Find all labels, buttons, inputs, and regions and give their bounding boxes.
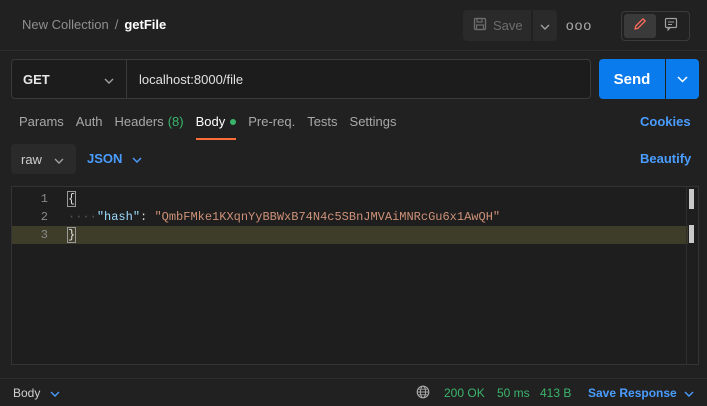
editor-scrollbar[interactable] [686, 187, 698, 364]
chevron-down-icon [50, 386, 60, 400]
close-brace: } [66, 227, 77, 243]
editor-line: 2 ····"hash": "QmbFMke1KXqnYyBBWxB74N4c5… [12, 208, 688, 226]
language-label: JSON [87, 151, 123, 166]
tab-headers[interactable]: Headers (8) [115, 114, 184, 138]
pencil-icon [633, 17, 647, 36]
request-title[interactable]: getFile [124, 17, 166, 32]
language-select[interactable]: JSON [87, 151, 142, 166]
cookies-link[interactable]: Cookies [640, 114, 691, 129]
url-bar: GET [11, 59, 591, 99]
response-size[interactable]: 413 B [540, 386, 571, 400]
line-number: 2 [40, 210, 48, 224]
response-body-toggle[interactable]: Body [13, 386, 60, 400]
send-button[interactable]: Send [599, 59, 665, 99]
status-code[interactable]: 200 OK [444, 386, 485, 400]
beautify-link[interactable]: Beautify [640, 151, 691, 166]
chevron-down-icon [54, 152, 64, 167]
edit-mode-button[interactable] [624, 14, 656, 38]
body-mode-label: raw [21, 151, 42, 167]
scrollbar-marker [689, 189, 694, 209]
tab-label: Pre-req. [248, 114, 296, 129]
scrollbar-marker [689, 225, 694, 243]
open-brace: { [66, 191, 77, 207]
body-mode-select[interactable]: raw [11, 144, 76, 174]
save-group: Save [463, 10, 557, 41]
breadcrumb-separator: / [114, 17, 119, 32]
line-number: 3 [40, 228, 48, 242]
tab-label: Headers [114, 114, 164, 129]
editor-line: 1 { [12, 190, 688, 208]
chevron-down-icon [684, 386, 694, 400]
tab-label: Settings [349, 114, 397, 129]
header-divider [0, 50, 707, 51]
url-input[interactable] [127, 60, 590, 98]
tab-auth[interactable]: Auth [76, 114, 103, 138]
save-icon [473, 17, 487, 34]
documentation-mode-button[interactable] [656, 14, 688, 38]
send-options-button[interactable] [666, 59, 699, 99]
editor-line-active: 3 } [12, 226, 688, 244]
json-value: "QmbFMke1KXqnYyBBWxB74N4c5SBnJMVAiMNRcGu… [154, 210, 501, 224]
method-label: GET [23, 71, 50, 87]
send-group: Send [599, 59, 699, 99]
chevron-down-icon [540, 17, 550, 35]
tab-label: Tests [307, 114, 338, 129]
json-key: "hash" [96, 210, 141, 224]
tab-tests[interactable]: Tests [307, 114, 337, 138]
tab-label: Auth [75, 114, 103, 129]
line-number: 1 [40, 192, 48, 206]
view-mode-toggle [621, 11, 690, 41]
tab-settings[interactable]: Settings [350, 114, 397, 138]
line-code: { [66, 191, 77, 207]
chevron-down-icon [104, 72, 114, 87]
tab-label: Params [19, 114, 64, 129]
breadcrumb: New Collection / getFile [22, 17, 166, 32]
json-colon: : [140, 210, 155, 224]
response-time[interactable]: 50 ms [497, 386, 530, 400]
save-label: Save [493, 18, 523, 33]
top-bar: New Collection / getFile Save ooo [0, 0, 707, 50]
save-response-button[interactable]: Save Response [588, 386, 694, 400]
body-editor[interactable]: 1 { 2 ····"hash": "QmbFMke1KXqnYyBBWxB74… [11, 186, 699, 365]
line-code: ····"hash": "QmbFMke1KXqnYyBBWxB74N4c5SB… [68, 210, 500, 224]
indent-guide: ···· [68, 210, 97, 224]
headers-count: (8) [167, 114, 184, 129]
tab-label: Body [195, 114, 226, 129]
body-options-row: raw JSON Beautify [0, 143, 707, 175]
breadcrumb-collection[interactable]: New Collection [22, 17, 109, 32]
comment-icon [664, 17, 678, 36]
body-indicator-dot [230, 119, 237, 125]
save-options-button[interactable] [533, 10, 557, 41]
tab-params[interactable]: Params [19, 114, 64, 138]
line-code: } [66, 227, 77, 243]
method-select[interactable]: GET [12, 60, 127, 98]
more-actions-button[interactable]: ooo [565, 16, 593, 34]
save-button[interactable]: Save [463, 10, 531, 41]
tab-pre-request[interactable]: Pre-req. [248, 114, 295, 138]
globe-icon[interactable] [416, 385, 430, 402]
chevron-down-icon [677, 70, 688, 88]
response-bar: Body 200 OK 50 ms 413 B Save Response [0, 379, 707, 406]
response-body-label: Body [13, 386, 41, 400]
tab-body[interactable]: Body [195, 114, 237, 140]
chevron-down-icon [132, 151, 142, 166]
request-tabs: Params Auth Headers (8) Body Pre-req. Tes… [19, 114, 409, 140]
more-icon: ooo [565, 17, 593, 33]
save-response-label: Save Response [588, 386, 677, 400]
